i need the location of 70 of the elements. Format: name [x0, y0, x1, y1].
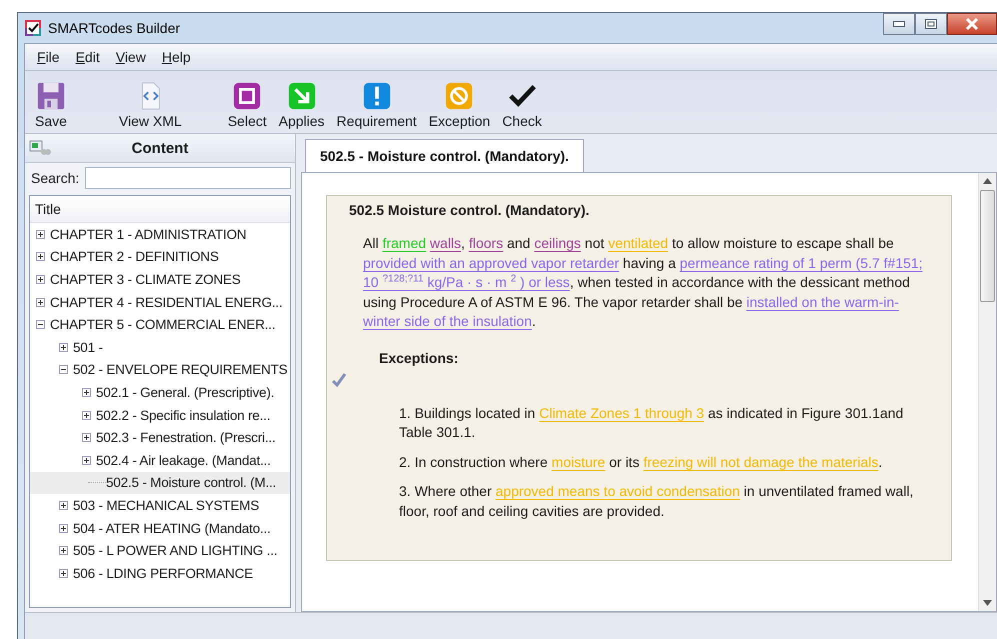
- scroll-thumb[interactable]: [980, 190, 995, 302]
- select-icon: [232, 81, 262, 111]
- tree-item[interactable]: 504 - ATER HEATING (Mandato...: [30, 516, 290, 540]
- expand-icon[interactable]: [36, 274, 45, 284]
- exception-icon: [444, 81, 474, 111]
- app-logo-icon: [24, 19, 42, 37]
- tree-item[interactable]: 502.4 - Air leakage. (Mandat...: [30, 448, 290, 472]
- menu-item[interactable]: Help: [154, 49, 199, 65]
- expand-icon[interactable]: [59, 342, 68, 352]
- toolbar-button[interactable]: View XML: [112, 81, 188, 129]
- search-field[interactable]: [85, 167, 291, 189]
- check-icon: [331, 372, 347, 388]
- toolbar-button[interactable]: Select: [222, 81, 273, 129]
- tree-item[interactable]: 502.3 - Fenestration. (Prescri...: [30, 426, 290, 449]
- minimize-button[interactable]: [883, 13, 915, 35]
- tree-item[interactable]: CHAPTER 1 - ADMINISTRATION: [30, 223, 290, 246]
- maximize-button[interactable]: [915, 13, 947, 35]
- exception-item: 2. In construction where moisture or its freezing will not damage the materials.: [399, 452, 884, 472]
- tree-item[interactable]: CHAPTER 3 - CLIMATE ZONES: [30, 268, 290, 291]
- tree-item[interactable]: 502.1 - General. (Prescriptive).: [30, 381, 290, 404]
- toolbar-button[interactable]: Requirement: [330, 81, 423, 129]
- document-tab[interactable]: 502.5 - Moisture control. (Mandatory).: [305, 139, 584, 172]
- menu-item[interactable]: View: [108, 49, 154, 65]
- tree-item[interactable]: 502 - ENVELOPE REQUIREMENTS: [30, 358, 290, 382]
- collapse-icon[interactable]: [59, 365, 68, 374]
- expand-icon[interactable]: [59, 524, 68, 533]
- tree-item[interactable]: 505 - L POWER AND LIGHTING ...: [30, 539, 290, 562]
- exception-item: 1. Buildings located in Climate Zones 1 through 3 as indicated in Figure 301.1and Table 301.1.: [399, 404, 904, 442]
- expand-icon[interactable]: [36, 298, 45, 307]
- requirement-icon: [362, 81, 392, 111]
- tree-item[interactable]: CHAPTER 5 - COMMERCIAL ENER...: [30, 313, 290, 336]
- expand-icon[interactable]: [82, 433, 91, 442]
- expand-icon[interactable]: [59, 500, 68, 510]
- expand-icon[interactable]: [82, 410, 91, 420]
- section-heading: 502.5 Moisture control. (Mandatory).: [349, 202, 590, 218]
- tree-item[interactable]: 506 - LDING PERFORMANCE: [30, 562, 290, 584]
- maximize-icon: [925, 19, 937, 29]
- section-paragraph: All framed walls, floors and ceilings not ventilated to allow moisture to escape shall be provided with an approved vapor retarder having a permeance rating of 1 perm (5.7 f#151; 10 $^{?128;?11}$ kg/Pa · s · m $^{2}$ ) or less, when tested in accordance with the dessicant method using Procedure A of ASTM E 96. The vapor retarder shall be installed on the warm-in-winter side of the insulation.: [363, 234, 924, 331]
- scroll-down-icon[interactable]: [983, 600, 992, 606]
- tree-item[interactable]: 501 -: [30, 336, 290, 359]
- save-icon: [36, 81, 66, 111]
- panel-icon: [29, 140, 51, 156]
- close-button[interactable]: [947, 13, 997, 35]
- collapse-icon[interactable]: [36, 320, 45, 330]
- expand-icon[interactable]: [59, 568, 68, 578]
- scroll-up-icon[interactable]: [983, 178, 992, 184]
- minimize-icon: [893, 21, 905, 27]
- tree-item[interactable]: 502.5 - Moisture control. (M...: [30, 472, 290, 494]
- expand-icon[interactable]: [36, 252, 45, 262]
- tree-item[interactable]: 502.2 - Specific insulation re...: [30, 404, 290, 426]
- window-title: SMARTcodes Builder: [48, 20, 182, 36]
- search-label: Search:: [31, 170, 80, 186]
- exceptions-heading: Exceptions:: [379, 350, 460, 366]
- tree-item[interactable]: CHAPTER 4 - RESIDENTIAL ENERG...: [30, 290, 290, 314]
- toolbar-button[interactable]: Applies: [272, 81, 331, 129]
- expand-icon[interactable]: [82, 388, 91, 397]
- menu-item[interactable]: File: [29, 49, 68, 65]
- applies-icon: [286, 81, 317, 111]
- toolbar-button[interactable]: Exception: [422, 81, 496, 129]
- toolbar-button[interactable]: Check: [496, 81, 548, 129]
- tree-item[interactable]: CHAPTER 2 - DEFINITIONS: [30, 246, 290, 268]
- menu-item[interactable]: Edit: [68, 49, 108, 65]
- panel-title: Content: [130, 140, 190, 156]
- expand-icon[interactable]: [36, 230, 45, 239]
- tree-item[interactable]: 503 - MECHANICAL SYSTEMS: [30, 494, 290, 517]
- close-icon: [965, 18, 979, 30]
- toolbar-button[interactable]: Save: [29, 81, 73, 129]
- expand-icon[interactable]: [59, 546, 68, 556]
- expand-icon[interactable]: [82, 456, 91, 465]
- exception-item: 3. Where other approved means to avoid condensation in unventilated framed wall, floor, roof and ceiling cavities are provided.: [399, 482, 914, 521]
